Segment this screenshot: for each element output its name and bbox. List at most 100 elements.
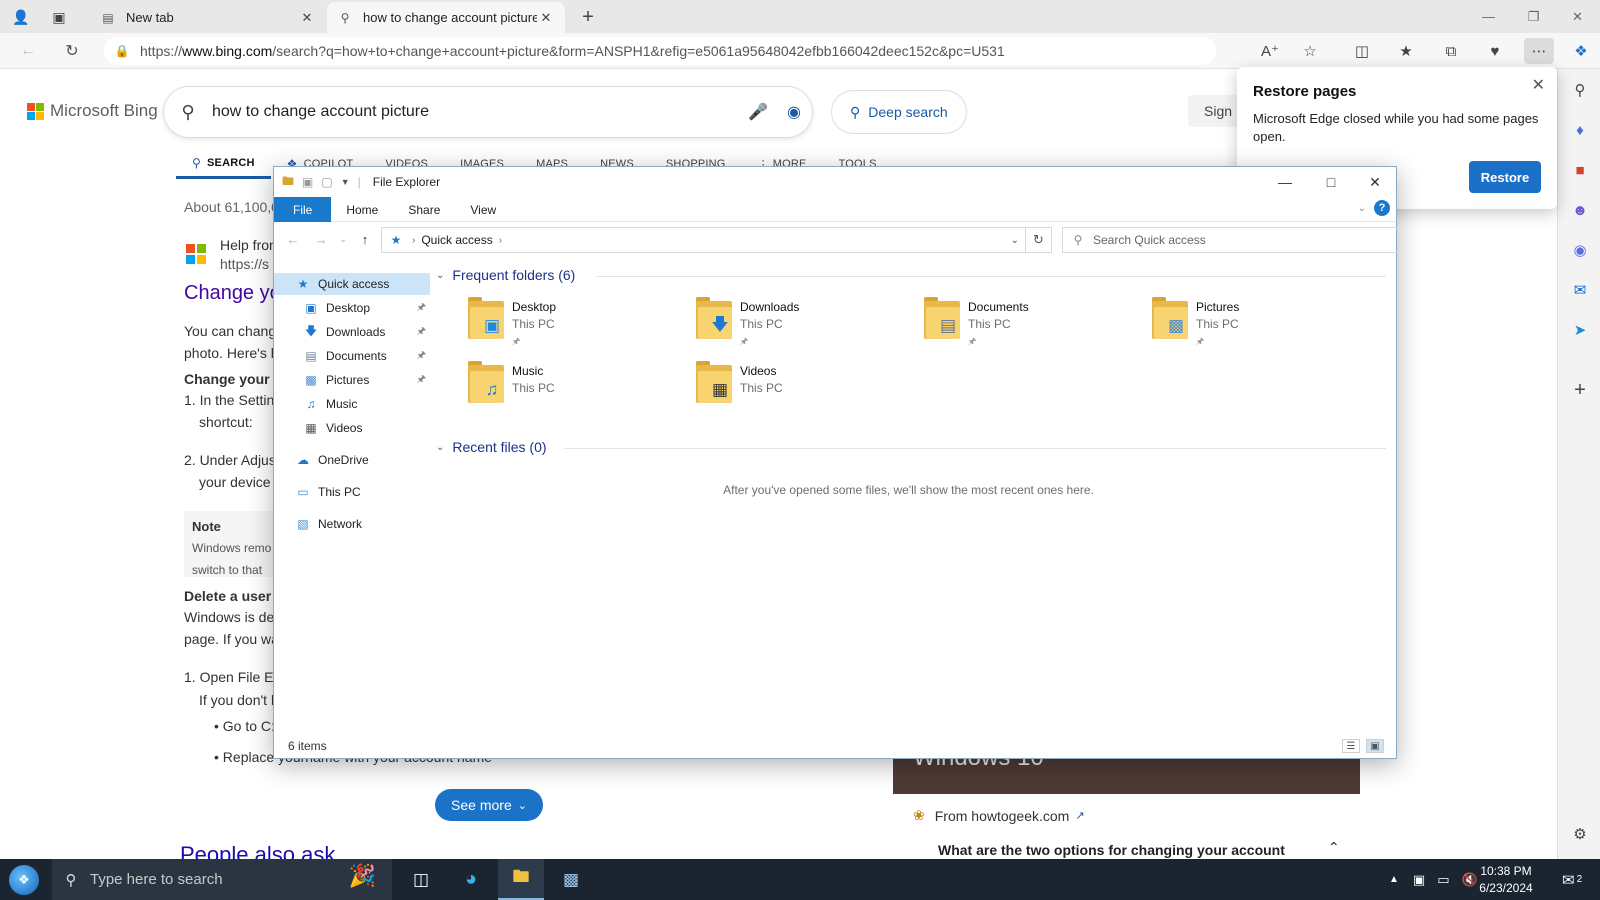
edge-app-icon[interactable]: ◕ — [448, 859, 494, 900]
folder-tile-documents[interactable]: ▤ Documents This PC 🖈 — [922, 297, 1142, 353]
office-icon[interactable]: ◉ — [1567, 237, 1593, 263]
settings-gear-icon[interactable]: ⚙ — [1567, 821, 1593, 847]
breadcrumb-chevron-icon[interactable]: › — [412, 235, 415, 246]
split-screen-icon[interactable]: ◫ — [1347, 38, 1377, 64]
nav-item-quick-access[interactable]: ★ Quick access — [274, 273, 430, 295]
notifications-button[interactable]: ✉ 2 — [1562, 859, 1582, 900]
expand-ribbon-icon[interactable]: ⌄ — [1358, 203, 1366, 214]
nav-item-desktop[interactable]: ▣ Desktop 🖈 — [274, 297, 430, 319]
result-title-link[interactable]: Change yo — [184, 282, 281, 305]
tools-icon[interactable]: ■ — [1567, 157, 1593, 183]
folder-icon[interactable]: 🖿 — [282, 172, 294, 193]
new-folder-icon[interactable]: ▢ — [321, 175, 332, 189]
scope-search[interactable]: ⚲ SEARCH — [176, 149, 271, 179]
favorite-star-icon[interactable]: ☆ — [1295, 38, 1325, 64]
folder-tile-pictures[interactable]: ▩ Pictures This PC 🖈 — [1150, 297, 1370, 353]
bing-logo[interactable]: Microsoft Bing — [27, 101, 158, 121]
minimize-icon[interactable]: — — [1466, 0, 1511, 33]
recent-files-header[interactable]: ⌄ Recent files (0) — [436, 439, 547, 455]
breadcrumb-chevron-icon[interactable]: › — [499, 235, 502, 246]
frequent-folders-header[interactable]: ⌄ Frequent folders (6) — [436, 267, 575, 283]
forward-icon[interactable]: → — [310, 229, 332, 249]
task-view-icon[interactable]: ◫ — [398, 859, 444, 900]
properties-icon[interactable]: ▣ — [302, 175, 313, 189]
taskbar-clock[interactable]: 10:38 PM 6/23/2024 — [1461, 863, 1551, 897]
microphone-icon[interactable]: 🎤 — [740, 102, 776, 122]
see-more-button[interactable]: See more ⌄ — [435, 789, 543, 821]
up-arrow-icon[interactable]: ↑ — [354, 229, 376, 249]
favorites-icon[interactable]: ★ — [1391, 38, 1421, 64]
maximize-icon[interactable]: □ — [1308, 167, 1354, 197]
address-path-bar[interactable]: ★ › Quick access › ⌄ — [381, 227, 1026, 253]
details-view-icon[interactable]: ☰ — [1342, 739, 1360, 753]
nav-item-this-pc[interactable]: ▭ This PC — [274, 481, 430, 503]
folder-tile-videos[interactable]: ▦ Videos This PC — [694, 361, 914, 417]
people-icon[interactable]: ☻ — [1567, 197, 1593, 223]
large-icons-view-icon[interactable]: ▣ — [1366, 739, 1384, 753]
result-source-url[interactable]: https://s — [220, 256, 269, 272]
folder-tile-desktop[interactable]: ▣ Desktop This PC 🖈 — [466, 297, 686, 353]
breadcrumb-quick-access[interactable]: Quick access — [421, 233, 492, 247]
shopping-tag-icon[interactable]: ♦ — [1567, 117, 1593, 143]
ribbon-tab-view[interactable]: View — [455, 197, 511, 222]
from-source-link[interactable]: ❀ From howtogeek.com ↗ — [913, 807, 1085, 824]
outlook-icon[interactable]: ✉ — [1567, 277, 1593, 303]
refresh-icon[interactable]: ↻ — [1026, 227, 1052, 253]
back-icon[interactable]: ← — [282, 229, 304, 249]
file-explorer-app-icon[interactable]: 🖿 — [498, 859, 544, 900]
close-window-icon[interactable]: ✕ — [1352, 167, 1398, 197]
nav-item-music[interactable]: ♫ Music — [274, 393, 430, 415]
help-icon[interactable]: ? — [1374, 200, 1390, 216]
ribbon-tab-home[interactable]: Home — [331, 197, 393, 222]
minimize-icon[interactable]: — — [1262, 167, 1308, 197]
network-status-icon[interactable]: ▭ — [1437, 872, 1449, 888]
restore-button[interactable]: Restore — [1469, 161, 1541, 193]
profile-icon[interactable]: 👤 — [8, 4, 34, 30]
refresh-icon[interactable]: ↻ — [58, 38, 86, 64]
customize-dropdown-icon[interactable]: ▼ — [341, 177, 350, 187]
close-icon[interactable]: ✕ — [1532, 75, 1545, 95]
tab-bing-search[interactable]: ⚲ how to change account picture - ✕ — [327, 2, 565, 33]
nav-item-videos[interactable]: ▦ Videos — [274, 417, 430, 439]
start-button[interactable]: ❖ — [0, 859, 48, 900]
more-options-icon[interactable]: ⋯ — [1524, 38, 1554, 64]
copilot-icon[interactable]: ❖ — [1566, 38, 1596, 64]
nav-item-onedrive[interactable]: ☁ OneDrive — [274, 449, 430, 471]
search-icon[interactable]: ⚲ — [1567, 77, 1593, 103]
back-icon[interactable]: ← — [14, 38, 42, 64]
lock-icon[interactable]: 🔒 — [104, 44, 140, 58]
path-dropdown-icon[interactable]: ⌄ — [1011, 235, 1019, 246]
nav-item-network[interactable]: ▧ Network — [274, 513, 430, 535]
collections-icon[interactable]: ⧉ — [1436, 38, 1466, 64]
new-tab-button[interactable]: + — [575, 4, 601, 30]
show-hidden-icons-icon[interactable]: ▲ — [1389, 874, 1399, 885]
ribbon-tab-file[interactable]: File — [274, 197, 332, 222]
recent-locations-icon[interactable]: ⌄ — [332, 229, 354, 249]
visual-search-icon[interactable]: ◉ — [776, 102, 812, 122]
chevron-up-icon[interactable]: ⌃ — [1328, 839, 1340, 856]
restore-window-icon[interactable]: ❐ — [1511, 0, 1556, 33]
explorer-title-bar[interactable]: 🖿 ▣ ▢ ▼ | File Explorer — □ ✕ — [274, 167, 1396, 197]
search-query[interactable]: how to change account picture — [212, 103, 740, 121]
search-quick-access-input[interactable]: ⚲ Search Quick access — [1062, 227, 1398, 253]
close-window-icon[interactable]: ✕ — [1555, 0, 1600, 33]
tab-new-tab[interactable]: ▤ New tab ✕ — [90, 2, 326, 33]
add-icon[interactable]: + — [1567, 377, 1593, 403]
nav-item-pictures[interactable]: ▩ Pictures 🖈 — [274, 369, 430, 391]
folder-tile-downloads[interactable]: 🡇 Downloads This PC 🖈 — [694, 297, 914, 353]
ribbon-tab-share[interactable]: Share — [393, 197, 455, 222]
meet-now-icon[interactable]: ▣ — [1413, 872, 1425, 888]
faq-question[interactable]: What are the two options for changing yo… — [938, 842, 1285, 858]
nav-item-documents[interactable]: ▤ Documents 🖈 — [274, 345, 430, 367]
close-tab-icon[interactable]: ✕ — [298, 10, 316, 26]
address-bar[interactable]: 🔒 https://www.bing.com/search?q=how+to+c… — [104, 37, 1216, 65]
bing-search-box[interactable]: ⚲ how to change account picture 🎤 ◉ — [164, 87, 812, 137]
deep-search-button[interactable]: ⚲ Deep search — [832, 91, 966, 133]
result-source-name[interactable]: Help fron — [220, 237, 277, 253]
browser-essentials-icon[interactable]: ♥ — [1480, 38, 1510, 64]
close-tab-icon[interactable]: ✕ — [537, 10, 555, 26]
send-icon[interactable]: ➤ — [1567, 317, 1593, 343]
taskbar-search-box[interactable]: ⚲ Type here to search 🎉 — [52, 859, 392, 900]
read-aloud-icon[interactable]: A⁺ — [1255, 38, 1285, 64]
nav-item-downloads[interactable]: 🡇 Downloads 🖈 — [274, 321, 430, 343]
